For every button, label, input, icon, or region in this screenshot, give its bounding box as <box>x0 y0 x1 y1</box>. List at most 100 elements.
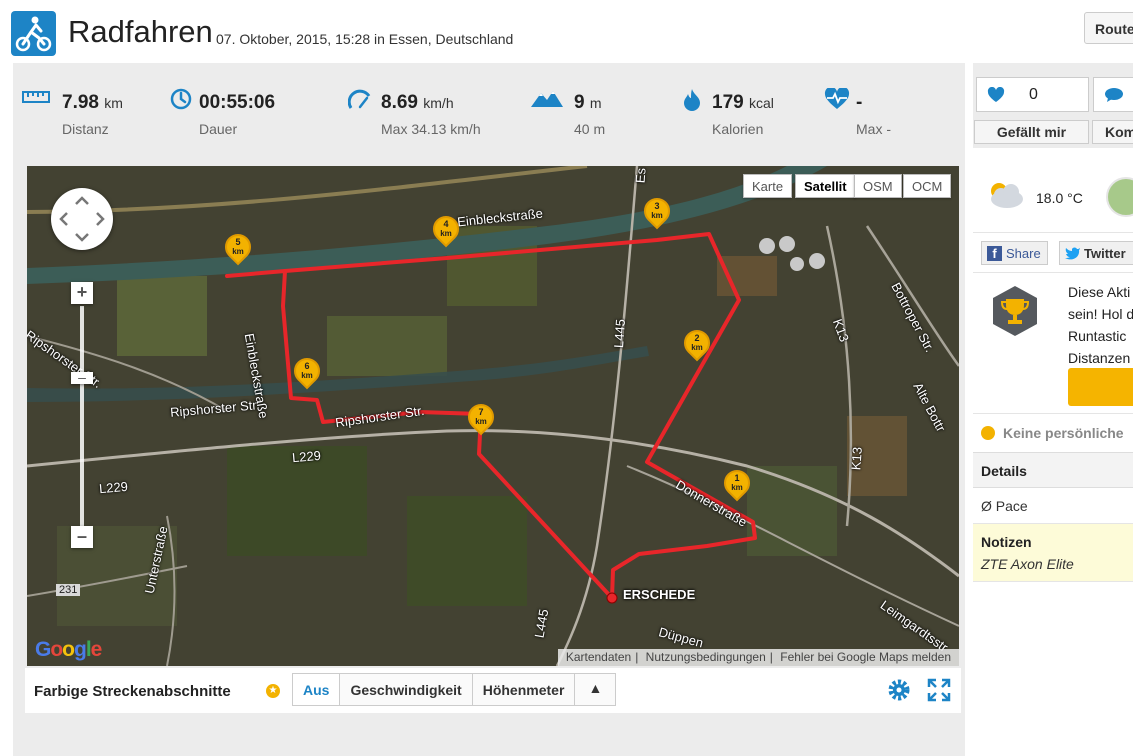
promo-text-line: Runtastic <box>1068 328 1127 344</box>
heartrate-label: Max - <box>856 121 891 137</box>
facebook-share-button[interactable]: f Share <box>981 241 1048 265</box>
segment-tabs: Aus Geschwindigkeit Höhenmeter ▲ <box>292 673 617 706</box>
records-row: Keine persönliche <box>973 414 1133 452</box>
facebook-icon: f <box>987 246 1002 261</box>
gear-icon[interactable] <box>887 678 911 702</box>
google-logo: Google <box>35 638 102 661</box>
km-marker[interactable]: 4 km <box>427 210 465 252</box>
speed-value: 8.69 <box>381 92 418 113</box>
road-label: L229 <box>291 447 322 466</box>
like-counter: 0 <box>976 77 1089 112</box>
km-marker[interactable]: 1 km <box>718 464 756 506</box>
elevation-label: 40 m <box>574 121 606 137</box>
road-label: L229 <box>98 478 129 497</box>
like-count: 0 <box>1029 86 1038 103</box>
speedometer-icon <box>347 88 372 115</box>
report-error-link[interactable]: Fehler bei Google Maps melden <box>780 650 951 664</box>
maptype-satellit-button[interactable]: Satellit <box>795 174 856 198</box>
twitter-share-button[interactable]: Twitter <box>1059 241 1133 265</box>
clock-icon <box>170 88 192 115</box>
promo-button[interactable] <box>1068 368 1133 406</box>
route-start-point <box>606 592 618 604</box>
stat-duration: 00:55:06 Dauer <box>170 86 320 146</box>
duration-value: 00:55:06 <box>199 92 276 113</box>
comment-icon <box>1104 87 1124 108</box>
elevation-value: 9 <box>574 92 585 113</box>
maptype-osm-button[interactable]: OSM <box>854 174 902 198</box>
twitter-share-label: Twitter <box>1084 246 1126 261</box>
cycling-icon <box>11 11 56 56</box>
km-marker[interactable]: 7 km <box>462 398 500 440</box>
distance-unit: km <box>104 95 123 111</box>
maptype-karte-button[interactable]: Karte <box>743 174 793 198</box>
terms-link[interactable]: Nutzungsbedingungen <box>646 650 766 664</box>
stat-calories: 179 kcal Kalorien <box>682 86 822 146</box>
pace-row: Ø Pace <box>973 488 1133 524</box>
no-records-text: Keine persönliche <box>1003 425 1124 441</box>
notes-box: Notizen ZTE Axon Elite <box>973 524 1133 582</box>
road-label: K13 <box>848 446 865 471</box>
duration-label: Dauer <box>199 121 238 137</box>
distance-value: 7.98 <box>62 92 99 113</box>
temperature: 18.0 °C <box>1036 190 1083 206</box>
stat-elevation: 9 m 40 m <box>530 86 670 146</box>
speed-unit: km/h <box>423 95 454 111</box>
distance-label: Distanz <box>62 121 109 137</box>
like-button[interactable]: Gefällt mir <box>974 120 1089 144</box>
details-heading: Details <box>973 452 1133 488</box>
page-title: Radfahren <box>68 14 213 49</box>
heartrate-value: - <box>856 92 863 113</box>
zoom-slider-track[interactable] <box>80 306 84 526</box>
share-row: f Share Twitter <box>973 236 1133 272</box>
fullscreen-icon[interactable] <box>927 678 951 702</box>
district-label: ERSCHEDE <box>623 587 696 602</box>
stat-speed: 8.69 km/h Max 34.13 km/h <box>347 86 508 146</box>
zoom-in-button[interactable]: + <box>71 282 93 304</box>
route-map[interactable]: Ripshorster Str. Ripshorster Str. Ripsho… <box>27 166 959 666</box>
route-button[interactable]: Route <box>1084 12 1133 44</box>
cloud-icon <box>985 179 1027 214</box>
mountain-icon <box>530 88 564 113</box>
notes-text: ZTE Axon Elite <box>981 556 1074 572</box>
calories-label: Kalorien <box>712 121 764 137</box>
zoom-out-button[interactable]: – <box>71 526 93 548</box>
map-data-link[interactable]: Kartendaten <box>566 650 631 664</box>
ruler-icon <box>22 88 50 111</box>
activity-date-location: 07. Oktober, 2015, 15:28 in Essen, Deuts… <box>216 31 514 47</box>
speed-max-label: Max 34.13 km/h <box>381 121 481 137</box>
promo-text-line: Distanzen <box>1068 350 1131 366</box>
pan-control[interactable] <box>51 188 113 250</box>
trophy-icon <box>991 285 1039 342</box>
medal-icon <box>981 426 995 440</box>
heart-icon <box>987 86 1005 108</box>
comment-counter <box>1093 77 1133 112</box>
maptype-ocm-button[interactable]: OCM <box>903 174 952 198</box>
pan-arrows-icon <box>59 196 105 242</box>
km-marker[interactable]: 2 km <box>678 324 716 366</box>
tab-aus[interactable]: Aus <box>293 674 341 705</box>
promo-text-line: Diese Akti <box>1068 284 1131 300</box>
tab-geschwindigkeit[interactable]: Geschwindigkeit <box>340 674 473 705</box>
heartbeat-icon <box>824 86 850 115</box>
notes-title: Notizen <box>981 534 1032 550</box>
road-label: L445 <box>610 318 628 349</box>
calories-value: 179 <box>712 92 744 113</box>
stat-heartrate: - Max - <box>824 86 944 146</box>
zoom-slider-handle[interactable]: – <box>71 370 93 384</box>
weather-row: 18.0 °C <box>973 165 1133 233</box>
stat-distance: 7.98 km Distanz <box>22 86 172 146</box>
comment-button[interactable]: Kom <box>1092 120 1133 144</box>
promo-box: Diese Akti sein! Hol d Runtastic Distanz… <box>973 272 1133 414</box>
twitter-icon <box>1065 246 1081 263</box>
road-label: Es <box>632 167 649 184</box>
segment-toolbar: Farbige Streckenabschnitte ★ Aus Geschwi… <box>25 668 961 713</box>
km-marker[interactable]: 5 km <box>219 228 257 270</box>
collapse-button[interactable]: ▲ <box>575 674 616 705</box>
km-marker[interactable]: 3 km <box>638 192 676 234</box>
facebook-share-label: Share <box>1006 246 1041 261</box>
flame-icon <box>682 88 702 117</box>
segment-title: Farbige Streckenabschnitte <box>34 683 231 700</box>
map-footer: Kartendaten | Nutzungsbedingungen | Fehler… <box>557 649 959 666</box>
tab-hoehenmeter[interactable]: Höhenmeter <box>472 674 576 705</box>
km-marker[interactable]: 6 km <box>288 352 326 394</box>
